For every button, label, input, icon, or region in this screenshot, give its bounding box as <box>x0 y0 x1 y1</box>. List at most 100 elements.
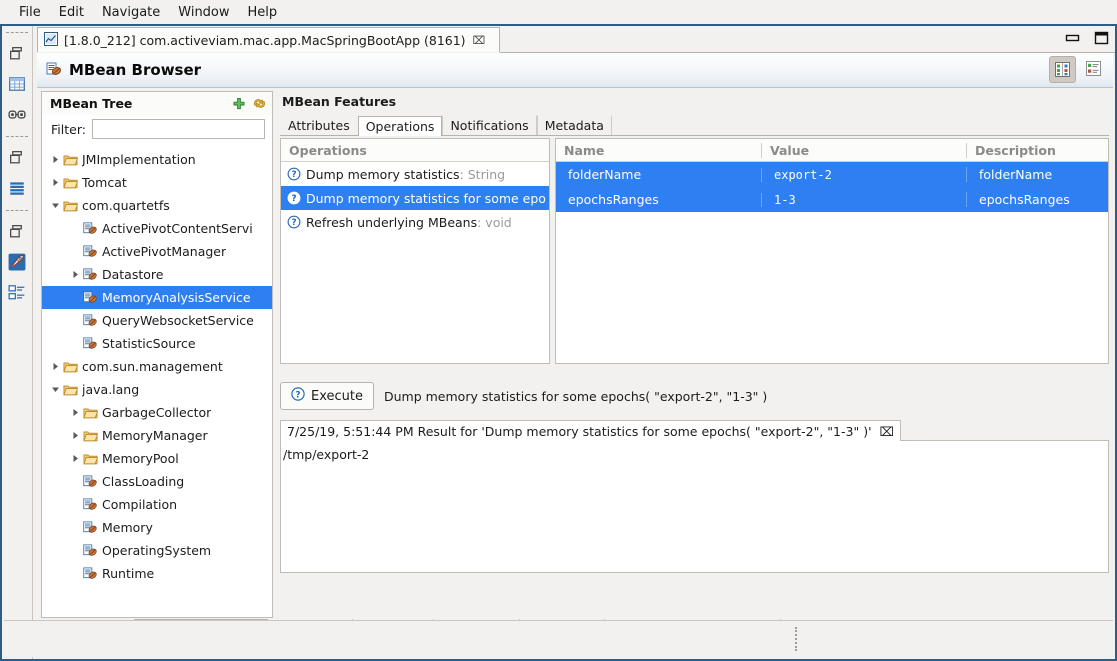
menu-item-window[interactable]: Window <box>169 3 238 22</box>
argument-row[interactable]: epochsRanges1-3epochsRanges <box>556 187 1108 212</box>
tree-node[interactable]: ClassLoading <box>42 470 272 493</box>
rail-divider <box>6 136 28 138</box>
tree-node[interactable]: Runtime <box>42 562 272 585</box>
argument-value[interactable]: export-2 <box>761 168 966 182</box>
question-mark-icon: ? <box>287 167 301 181</box>
column-header: Value <box>761 143 966 158</box>
refresh-icon[interactable] <box>252 96 267 111</box>
window-controls <box>1065 27 1109 51</box>
operation-name: Dump memory statistics <box>306 167 460 182</box>
menu-item-file[interactable]: File <box>10 3 50 22</box>
tree-node-label: StatisticSource <box>102 336 196 351</box>
operation-return-type: : String <box>460 167 506 182</box>
restore-view-icon-2[interactable] <box>2 144 31 174</box>
restore-view-icon[interactable] <box>2 40 31 70</box>
mbean-browser-header-icon <box>46 61 62 80</box>
execute-button[interactable]: ? Execute <box>280 382 374 410</box>
operations-list[interactable]: ? Dump memory statistics : String ?Dump me… <box>281 162 549 234</box>
header-toolbar <box>1049 56 1106 83</box>
argument-value[interactable]: 1-3 <box>761 193 966 207</box>
result-tab[interactable]: 7/25/19, 5:51:44 PM Result for 'Dump mem… <box>280 420 901 441</box>
twisty-icon[interactable] <box>48 384 63 395</box>
svg-text:?: ? <box>291 218 296 228</box>
menu-item-navigate[interactable]: Navigate <box>93 3 169 22</box>
operation-row[interactable]: ? Dump memory statistics : String <box>281 162 549 186</box>
tree-node-label: GarbageCollector <box>102 405 211 420</box>
mbean-tree-title: MBean Tree <box>50 96 132 111</box>
filter-input[interactable] <box>92 119 265 139</box>
tree-node[interactable]: MemoryPool <box>42 447 272 470</box>
tree-node-label: MemoryManager <box>102 428 208 443</box>
minimize-icon[interactable] <box>1065 32 1080 47</box>
content-area: MBean Tree Filter: JMImplementation Tomca… <box>37 88 1113 657</box>
binoculars-icon[interactable] <box>2 100 31 130</box>
twisty-icon[interactable] <box>48 361 63 372</box>
mbean-icon <box>83 566 98 581</box>
editor-tab-macspringbootapp[interactable]: [1.8.0_212] com.activeviam.mac.app.MacSp… <box>37 27 500 52</box>
arguments-list[interactable]: folderNameexport-2folderNameepochsRanges… <box>556 162 1108 212</box>
twisty-icon[interactable] <box>68 453 83 464</box>
twisty-icon[interactable] <box>68 269 83 280</box>
tree-node[interactable]: OperatingSystem <box>42 539 272 562</box>
close-icon[interactable]: ⌧ <box>473 34 486 47</box>
mbean-icon <box>83 244 98 259</box>
folder-icon <box>63 359 78 374</box>
mbean-tree[interactable]: JMImplementationTomcatcom.quartetfsActiv… <box>42 148 272 617</box>
tree-node[interactable]: GarbageCollector <box>42 401 272 424</box>
result-text: /tmp/export-2 <box>283 447 369 462</box>
menu-item-help[interactable]: Help <box>239 3 287 22</box>
tree-node[interactable]: Memory <box>42 516 272 539</box>
list-view-icon[interactable] <box>2 174 31 204</box>
argument-row[interactable]: folderNameexport-2folderName <box>556 162 1108 187</box>
tree-node[interactable]: com.sun.management <box>42 355 272 378</box>
tree-node[interactable]: java.lang <box>42 378 272 401</box>
tree-node[interactable]: com.quartetfs <box>42 194 272 217</box>
maximize-icon[interactable] <box>1094 31 1109 48</box>
rail-divider <box>6 32 28 34</box>
tree-node-label: com.sun.management <box>82 359 223 374</box>
menu-item-edit[interactable]: Edit <box>50 3 93 22</box>
twisty-icon[interactable] <box>48 200 63 211</box>
svg-text:?: ? <box>291 170 296 180</box>
list-layout-toggle[interactable] <box>1081 56 1106 81</box>
twisty-icon[interactable] <box>68 430 83 441</box>
mbean-tree-panel: MBean Tree Filter: JMImplementation Tomca… <box>41 91 273 618</box>
operations-table-header: Operations <box>281 139 549 162</box>
tree-node[interactable]: ActivePivotManager <box>42 240 272 263</box>
status-grip[interactable] <box>795 627 799 651</box>
twisty-icon[interactable] <box>48 154 63 165</box>
operation-row[interactable]: ?Dump memory statistics for some epo <box>281 186 549 210</box>
tree-node[interactable]: Tomcat <box>42 171 272 194</box>
plus-icon[interactable] <box>232 97 246 111</box>
tree-node[interactable]: ActivePivotContentServi <box>42 217 272 240</box>
tab-metadata[interactable]: Metadata <box>537 115 612 135</box>
operation-row[interactable]: ?Refresh underlying MBeans : void <box>281 210 549 234</box>
tree-node-label: MemoryPool <box>102 451 179 466</box>
mbean-icon <box>83 221 98 236</box>
mbean-icon <box>83 543 98 558</box>
tree-node[interactable]: Datastore <box>42 263 272 286</box>
mbean-icon <box>83 336 98 351</box>
tree-node[interactable]: JMImplementation <box>42 148 272 171</box>
tree-node[interactable]: Compilation <box>42 493 272 516</box>
tree-node-label: Tomcat <box>82 175 127 190</box>
tab-operations[interactable]: Operations <box>358 116 443 136</box>
tree-node[interactable]: MemoryManager <box>42 424 272 447</box>
table-view-icon[interactable] <box>2 70 31 100</box>
filter-label: Filter: <box>51 122 86 137</box>
mbean-browser-icon[interactable] <box>2 278 31 308</box>
tree-node[interactable]: MemoryAnalysisService <box>42 286 272 309</box>
close-icon[interactable]: ⌧ <box>880 424 894 439</box>
tab-attributes[interactable]: Attributes <box>280 115 358 135</box>
tab-notifications[interactable]: Notifications <box>442 115 536 135</box>
editor-tab-label: [1.8.0_212] com.activeviam.mac.app.MacSp… <box>64 33 466 48</box>
mbean-icon <box>83 520 98 535</box>
restore-view-icon-3[interactable] <box>2 218 31 248</box>
twisty-icon[interactable] <box>48 177 63 188</box>
twisty-icon[interactable] <box>68 407 83 418</box>
jvm-browser-icon[interactable] <box>2 248 31 278</box>
tree-node-label: Memory <box>102 520 153 535</box>
tree-layout-toggle[interactable] <box>1049 56 1076 83</box>
tree-node[interactable]: QueryWebsocketService <box>42 309 272 332</box>
tree-node[interactable]: StatisticSource <box>42 332 272 355</box>
